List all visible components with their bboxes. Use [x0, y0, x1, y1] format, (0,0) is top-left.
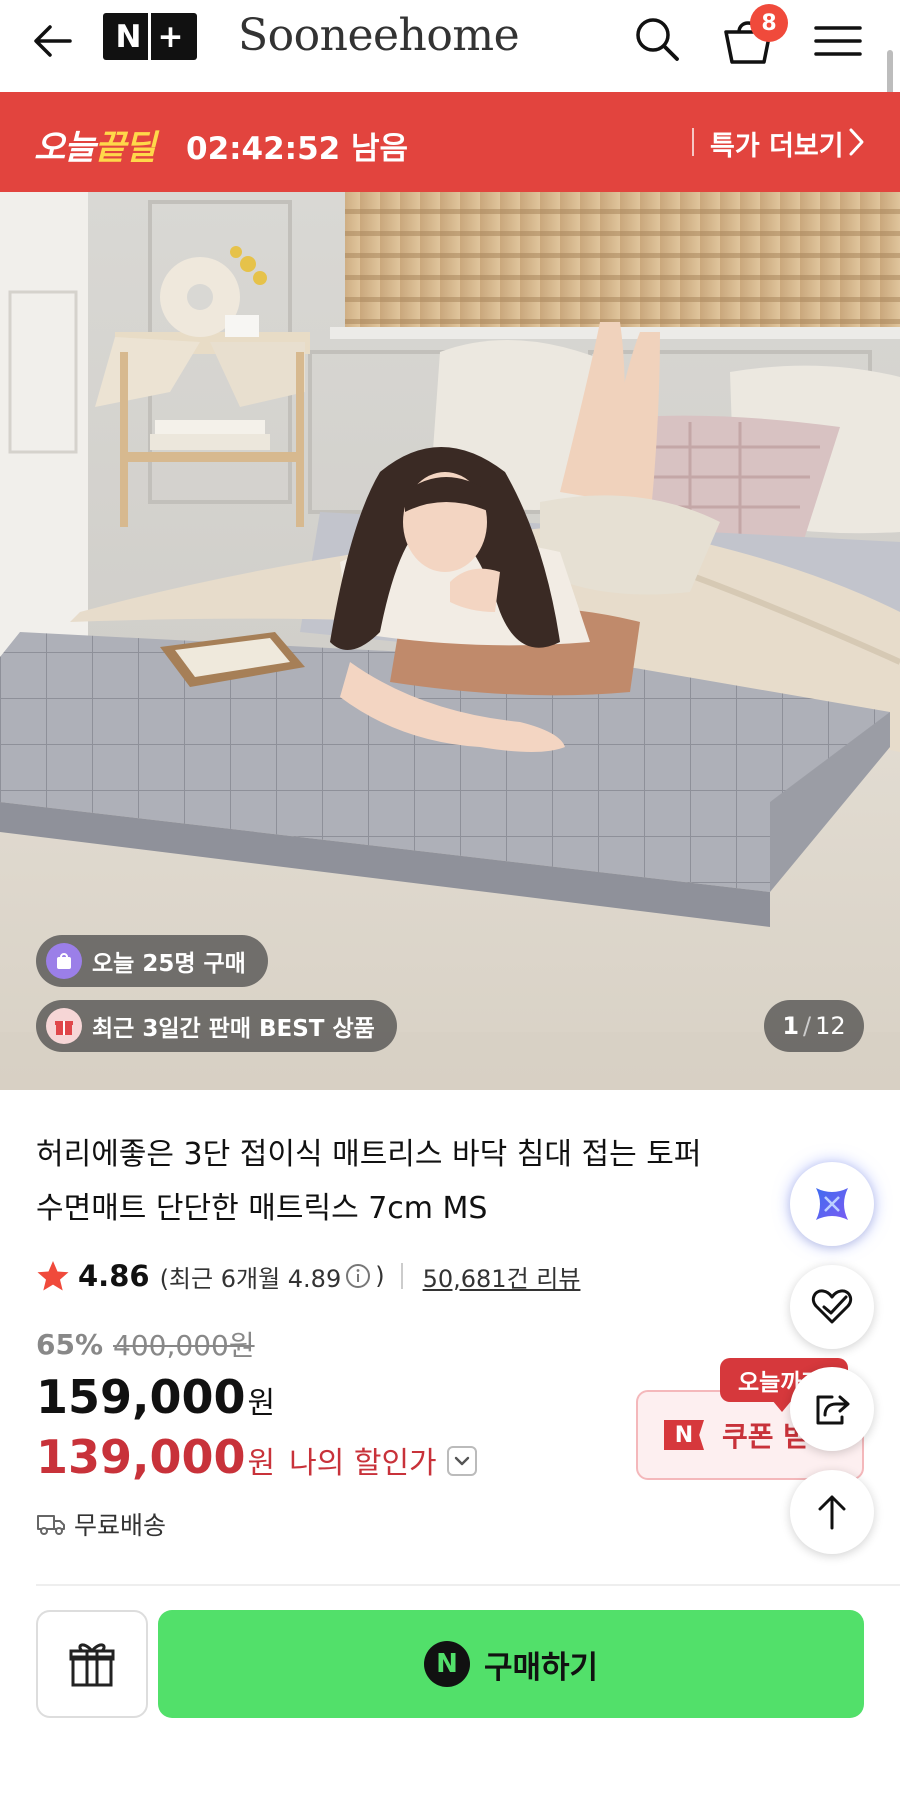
share-icon	[816, 1395, 850, 1425]
sale-price-unit: 원	[247, 1386, 276, 1421]
nplus-logo[interactable]: N +	[103, 13, 197, 60]
shipping-info: 무료배송	[36, 1506, 166, 1542]
product-title: 허리에좋은 3단 접이식 매트리스 바닥 침대 접는 토퍼 수면매트 단단한 매…	[36, 1128, 796, 1236]
search-icon[interactable]	[632, 14, 682, 64]
original-price: 400,000원	[113, 1329, 255, 1362]
gift-button[interactable]	[36, 1610, 148, 1718]
heart-check-icon	[811, 1289, 853, 1324]
ai-sparkle-icon	[816, 1188, 848, 1220]
my-price-unit: 원	[247, 1446, 276, 1481]
hamburger-menu-icon[interactable]	[812, 16, 864, 66]
title-line-2: 수면매트 단단한 매트릭스 7cm MS	[36, 1191, 488, 1226]
star-icon	[37, 1261, 69, 1291]
buy-label: 구매하기	[483, 1649, 599, 1686]
brand-name[interactable]: Sooneehome	[238, 10, 520, 61]
arrow-up-icon	[818, 1495, 846, 1530]
divider	[400, 1263, 403, 1289]
discount-row: 65% 400,000원	[36, 1324, 255, 1364]
sale-price-value: 159,000	[36, 1370, 246, 1424]
title-line-1: 허리에좋은 3단 접이식 매트리스 바닥 침대 접는 토퍼	[36, 1137, 702, 1172]
best-seller-badge: 최근 3일간 판매 BEST 상품	[36, 1000, 397, 1052]
scroll-to-top-button[interactable]	[790, 1470, 874, 1554]
rating-score: 4.86	[78, 1259, 150, 1293]
arrow-left-icon[interactable]	[28, 16, 78, 66]
naver-coupon-logo: N	[664, 1420, 704, 1450]
buy-button[interactable]: N 구매하기	[158, 1610, 864, 1718]
my-discount-price[interactable]: 139,000 원 나의 할인가	[36, 1430, 477, 1484]
today-deal-logo: 오늘끝딜	[34, 128, 156, 168]
ai-assistant-button[interactable]	[790, 1162, 874, 1246]
buyers-text: 오늘 25명 구매	[92, 951, 246, 977]
chevron-right-icon	[849, 128, 864, 156]
tag-pointer	[772, 1400, 792, 1412]
today-buyers-badge: 오늘 25명 구매	[36, 935, 268, 987]
sale-price: 159,000 원	[36, 1370, 275, 1424]
shipping-text: 무료배송	[74, 1511, 167, 1540]
discount-percent: 65%	[36, 1327, 104, 1361]
truck-icon	[37, 1515, 65, 1535]
my-price-value: 139,000	[36, 1430, 246, 1484]
deal-more-link[interactable]: 특가 더보기	[710, 124, 844, 163]
recent-rating: (최근 6개월 4.89	[159, 1264, 342, 1293]
naver-pay-logo: N	[423, 1641, 470, 1687]
rating-close-paren: )	[375, 1262, 385, 1290]
gift-box-icon	[46, 1008, 82, 1044]
divider	[692, 128, 694, 156]
my-price-label: 나의 할인가	[289, 1446, 437, 1481]
reviews-link[interactable]: 50,681건 리뷰	[423, 1259, 581, 1294]
rating-row: 4.86 (최근 6개월 4.89 ) 50,681건 리뷰	[36, 1256, 580, 1296]
product-image-carousel[interactable]: 오늘 25명 구매 최근 3일간 판매 BEST 상품 1/12	[0, 192, 900, 1090]
share-button[interactable]	[790, 1367, 874, 1451]
gift-icon	[69, 1643, 115, 1687]
image-counter: 1/12	[764, 1000, 864, 1052]
info-icon[interactable]	[345, 1263, 371, 1289]
bag-icon	[46, 943, 82, 979]
chevron-down-icon[interactable]	[446, 1446, 477, 1476]
top-header: N + Sooneehome 8	[0, 0, 900, 92]
best-text: 최근 3일간 판매 BEST 상품	[92, 1016, 375, 1042]
wishlist-button[interactable]	[790, 1265, 874, 1349]
deal-countdown: 02:42:52 남음	[186, 131, 409, 167]
cart-count-badge: 8	[750, 4, 788, 42]
today-deal-banner[interactable]: 오늘끝딜 02:42:52 남음 특가 더보기	[0, 92, 900, 192]
